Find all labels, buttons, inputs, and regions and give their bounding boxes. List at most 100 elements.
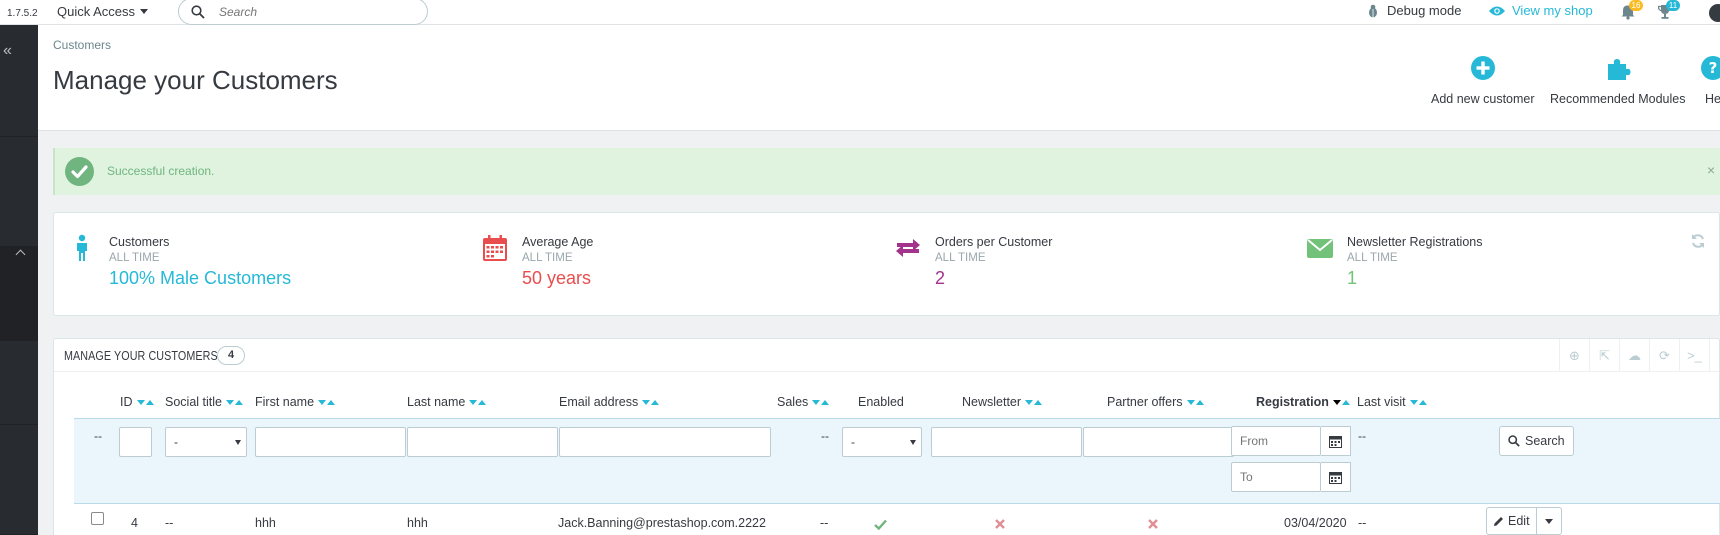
filter-partner-offers-input[interactable]: [1083, 427, 1234, 457]
sort-icon[interactable]: [225, 399, 243, 405]
column-registration-label: Registration: [1256, 395, 1329, 409]
sort-icon[interactable]: [1186, 399, 1204, 405]
calendar-from-button[interactable]: [1321, 426, 1351, 456]
filter-enabled-select[interactable]: -: [842, 427, 922, 457]
add-new-customer-label: Add new customer: [1431, 92, 1535, 106]
filter-id-input[interactable]: [119, 427, 152, 457]
edit-button[interactable]: Edit: [1487, 508, 1536, 534]
notifications-orders[interactable]: 16: [1620, 0, 1643, 21]
alert-message: Successful creation.: [107, 164, 215, 178]
filter-first-name-input[interactable]: [255, 427, 406, 457]
sort-icon[interactable]: [136, 399, 154, 405]
view-shop-link[interactable]: View my shop: [1488, 3, 1593, 18]
column-id-label: ID: [120, 395, 133, 409]
filter-last-name-input[interactable]: [407, 427, 558, 457]
partner-offers-cross-icon[interactable]: [1148, 519, 1158, 529]
search-button[interactable]: Search: [1499, 426, 1574, 456]
column-email-label: Email address: [559, 395, 639, 409]
pencil-icon: [1494, 516, 1503, 526]
help-button[interactable]: ? He: [1700, 55, 1720, 106]
column-partner-offers[interactable]: Partner offers: [1107, 395, 1204, 409]
sort-icon[interactable]: [642, 399, 660, 405]
sidebar-segment: [0, 341, 38, 425]
calendar-icon: [1329, 471, 1342, 484]
column-sales[interactable]: Sales: [777, 395, 830, 409]
panel-toolbar: ⊕ ⇱ ☁ ⟳ >_ ≡: [1559, 339, 1720, 372]
debug-mode-label: Debug mode: [1387, 3, 1462, 18]
filter-social-title-select[interactable]: -: [165, 427, 247, 457]
kpi-subtitle: ALL TIME: [935, 252, 986, 264]
column-sales-label: Sales: [777, 395, 809, 409]
column-email[interactable]: Email address: [559, 395, 660, 409]
page-header: Customers Manage your Customers Add new …: [38, 25, 1720, 131]
sql-query-icon[interactable]: >_: [1679, 339, 1709, 372]
column-partner-offers-label: Partner offers: [1107, 395, 1183, 409]
sort-icon[interactable]: [318, 399, 336, 405]
debug-mode-link[interactable]: Debug mode: [1367, 3, 1461, 18]
employee-avatar[interactable]: [1709, 4, 1720, 22]
version-label: 1.7.5.2: [7, 8, 38, 19]
sidebar-item-customers[interactable]: [0, 247, 38, 341]
puzzle-icon: [1607, 59, 1631, 80]
sort-icon[interactable]: [812, 399, 830, 405]
page-title: Manage your Customers: [53, 65, 338, 95]
row-checkbox[interactable]: [91, 512, 104, 525]
male-icon: [77, 234, 87, 261]
filter-sales-placeholder: --: [821, 429, 829, 443]
collapse-menu-icon[interactable]: «: [3, 43, 12, 59]
cell-email: Jack.Banning@prestashop.com.2222: [558, 516, 766, 530]
eye-icon: [1489, 6, 1505, 15]
column-id[interactable]: ID: [120, 395, 154, 409]
notifications-customers[interactable]: 11: [1657, 0, 1680, 21]
calendar-icon: [1329, 435, 1342, 448]
help-label: He: [1705, 92, 1720, 106]
quick-access-label: Quick Access: [57, 4, 136, 19]
database-icon[interactable]: ≡: [1709, 339, 1720, 372]
search-input[interactable]: [219, 4, 409, 19]
column-social-title[interactable]: Social title: [165, 395, 243, 409]
edit-label: Edit: [1508, 514, 1530, 528]
top-header: 1.7.5.2 Quick Access Debug mode View my …: [0, 0, 1720, 25]
search-icon: [191, 4, 205, 19]
customer-count-badge: 4: [217, 346, 245, 365]
column-registration[interactable]: Registration: [1256, 395, 1350, 409]
filter-email-input[interactable]: [559, 427, 771, 457]
newsletter-cross-icon[interactable]: [995, 519, 1005, 529]
help-icon: ?: [1701, 56, 1720, 80]
refresh-icon[interactable]: [1690, 233, 1706, 249]
filter-registration-to-input[interactable]: [1231, 462, 1321, 492]
cell-registration: 03/04/2020: [1284, 516, 1347, 530]
add-icon[interactable]: ⊕: [1559, 339, 1589, 372]
quick-access-dropdown[interactable]: Quick Access: [57, 4, 149, 19]
kpi-subtitle: ALL TIME: [1347, 252, 1398, 264]
refresh-list-icon[interactable]: ⟳: [1649, 339, 1679, 372]
filter-newsletter-input[interactable]: [931, 427, 1082, 457]
cell-first-name: hhh: [255, 516, 276, 530]
sort-icon[interactable]: [1409, 399, 1427, 405]
add-new-customer-button[interactable]: Add new customer: [1431, 55, 1535, 106]
column-last-name[interactable]: Last name: [407, 395, 487, 409]
column-last-name-label: Last name: [407, 395, 466, 409]
edit-button-group[interactable]: Edit: [1486, 507, 1562, 535]
kpi-title: Newsletter Registrations: [1347, 235, 1483, 249]
enabled-check-icon[interactable]: [874, 519, 887, 530]
header-search[interactable]: [178, 0, 428, 25]
sort-icon[interactable]: [469, 399, 487, 405]
sort-icon[interactable]: [1332, 399, 1350, 405]
breadcrumb[interactable]: Customers: [53, 38, 111, 52]
cloud-upload-icon[interactable]: ☁: [1619, 339, 1649, 372]
sort-icon[interactable]: [1025, 399, 1043, 405]
row-actions-dropdown[interactable]: [1535, 508, 1561, 534]
kpi-value: 2: [935, 268, 946, 288]
column-last-visit[interactable]: Last visit: [1357, 395, 1427, 409]
calendar-to-button[interactable]: [1321, 462, 1351, 492]
column-enabled: Enabled: [858, 395, 904, 409]
export-icon[interactable]: ⇱: [1589, 339, 1619, 372]
table-row[interactable]: 4 -- hhh hhh Jack.Banning@prestashop.com…: [74, 505, 1720, 535]
filter-registration-from-input[interactable]: [1231, 426, 1321, 456]
close-icon[interactable]: ×: [1707, 162, 1715, 178]
recommended-modules-button[interactable]: Recommended Modules: [1550, 55, 1686, 106]
kpi-value: 1: [1347, 268, 1358, 288]
column-newsletter[interactable]: Newsletter: [962, 395, 1043, 409]
column-first-name[interactable]: First name: [255, 395, 336, 409]
